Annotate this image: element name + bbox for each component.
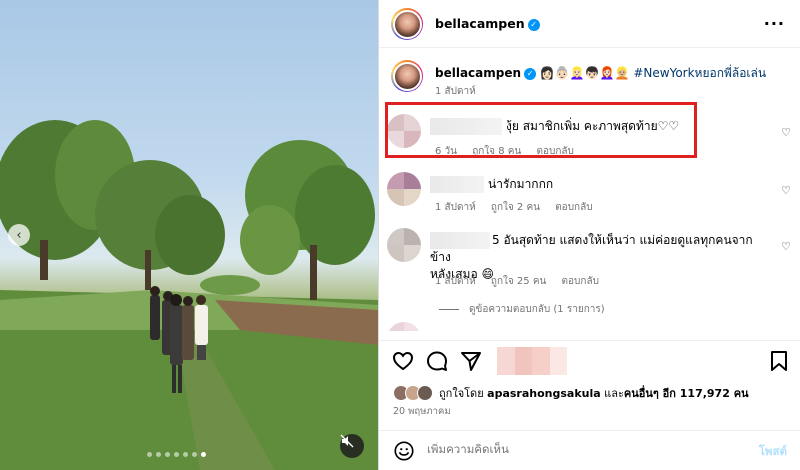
post-button[interactable]: โพสต์ [759,443,787,461]
commenter-avatar-partial [387,322,421,340]
avatar [417,385,433,401]
likes-prefix: ถูกใจโดย [439,387,484,400]
view-replies-button[interactable]: ดูข้อความตอบกลับ (1 รายการ) [439,302,605,317]
reply-button[interactable]: ตอบกลับ [555,202,592,213]
comment-input[interactable] [427,442,727,456]
bookmark-icon[interactable] [767,349,791,373]
landscape-illustration [0,120,378,470]
comment-body: น่ารักมากกก [430,176,553,193]
commenter-name-blurred[interactable] [430,232,490,249]
comment-text: น่ารักมากกก [488,177,554,191]
emoji-icon[interactable] [393,440,415,462]
heart-icon[interactable]: ♡ [781,184,791,197]
comment-bar: โพสต์ [379,430,800,470]
comment-likes[interactable]: ถูกใจ 25 คน [491,276,546,287]
carousel-dots [147,452,206,457]
likes-middle: และ [604,387,624,400]
post-header: bellacampen ✓ ··· [379,0,800,48]
carousel-dot [174,452,179,457]
carousel-dot [165,452,170,457]
caption-emojis: 👩🏻👵🏻👱🏻‍♀️👦🏻👩🏻‍🦰👱🏼 [539,66,630,80]
author-avatar[interactable] [391,8,423,40]
commenter-avatar[interactable] [387,172,421,206]
view-replies-label[interactable]: ดูข้อความตอบกลับ (1 รายการ) [469,304,605,315]
carousel-dot [147,452,152,457]
reply-button[interactable]: ตอบกลับ [562,276,599,287]
heart-icon[interactable]: ♡ [781,126,791,139]
author-username[interactable]: bellacampen ✓ [435,16,540,31]
likes-others[interactable]: คนอื่นๆ อีก 117,972 คน [624,384,749,402]
author-username-text[interactable]: bellacampen [435,16,525,31]
chevron-left-icon[interactable]: ‹ [8,224,30,246]
comment-icon[interactable] [425,349,449,373]
comment-likes[interactable]: ถูกใจ 2 คน [491,202,540,213]
caption-hashtag[interactable]: #NewYorkหยอกพี่ล้อเล่น [633,66,766,80]
comment-meta: 1 สัปดาห์ ถูกใจ 25 คน ตอบกลับ [435,274,611,289]
carousel-dot [192,452,197,457]
liker-username[interactable]: apasrahongsakula [487,387,601,400]
commenter-name-blurred[interactable] [430,176,484,193]
verified-icon: ✓ [524,67,537,80]
paper-plane-icon[interactable] [459,349,483,373]
post-date[interactable]: 20 พฤษภาคม [393,404,451,419]
verified-icon: ✓ [527,18,540,31]
carousel-dot-active [201,452,206,457]
mute-icon[interactable] [340,434,364,458]
carousel-dot [156,452,161,457]
caption-text: bellacampen ✓ 👩🏻👵🏻👱🏻‍♀️👦🏻👩🏻‍🦰👱🏼 #NewYorkห… [435,64,766,83]
likes-summary[interactable]: ถูกใจโดย apasrahongsakula และ คนอื่นๆ อีก… [393,382,749,404]
comment-time[interactable]: 1 สัปดาห์ [435,276,476,287]
post-caption: bellacampen ✓ 👩🏻👵🏻👱🏻‍♀️👦🏻👩🏻‍🦰👱🏼 #NewYorkห… [379,58,800,98]
caption-username[interactable]: bellacampen [435,66,521,80]
heart-icon[interactable] [391,349,415,373]
blurred-area [497,347,567,375]
divider-line [439,308,459,310]
more-icon[interactable]: ··· [764,14,785,33]
caption-time[interactable]: 1 สัปดาห์ [435,84,476,99]
comment-meta: 1 สัปดาห์ ถูกใจ 2 คน ตอบกลับ [435,200,605,215]
carousel-dot [183,452,188,457]
highlight-box [385,102,697,158]
likers-avatars[interactable] [393,385,433,401]
commenter-avatar[interactable] [387,228,421,262]
post-photo: ‹ [0,0,378,470]
comment-time[interactable]: 1 สัปดาห์ [435,202,476,213]
action-bar [379,340,800,380]
heart-icon[interactable]: ♡ [781,240,791,253]
caption-avatar[interactable] [391,60,423,92]
post-sidebar: bellacampen ✓ ··· bellacampen ✓ 👩🏻👵🏻👱🏻‍♀️👦… [378,0,800,470]
